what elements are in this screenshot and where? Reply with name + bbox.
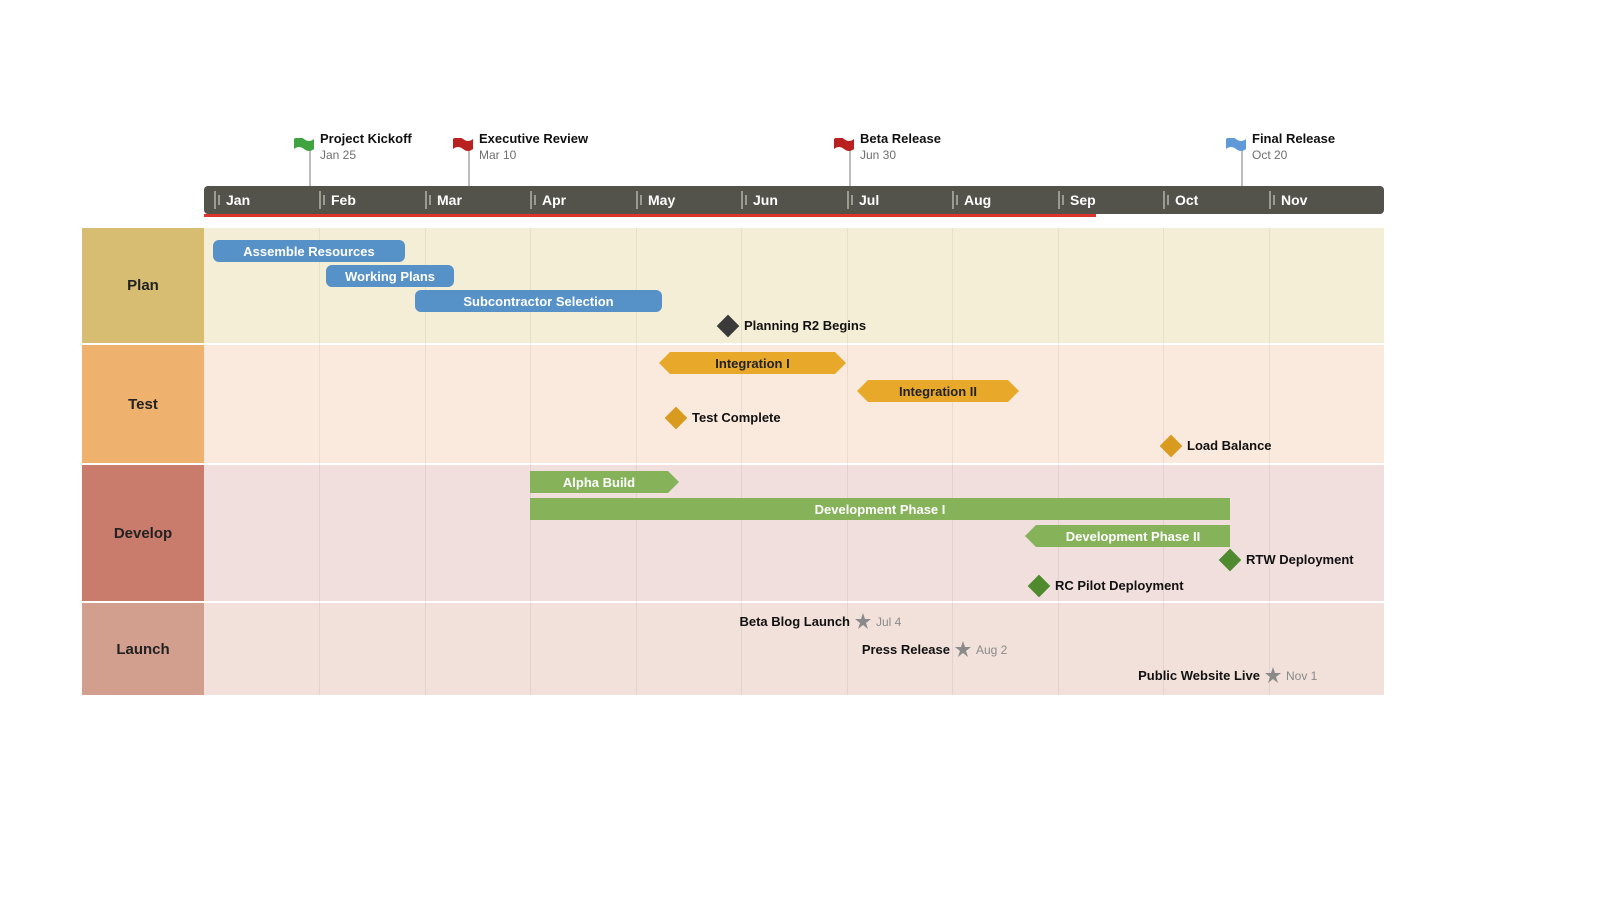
month-tick-jun: Jun [741, 186, 778, 214]
flag-date-kickoff: Jan 25 [320, 148, 356, 162]
month-tick-sep: Sep [1058, 186, 1096, 214]
milestone-label-test-complete: Test Complete [692, 410, 781, 425]
star-icon[interactable] [1264, 666, 1282, 684]
month-label: May [648, 192, 675, 208]
task-dev-phase-1[interactable]: Development Phase I [530, 498, 1230, 520]
month-tick-may: May [636, 186, 675, 214]
lane-label-test: Test [82, 345, 204, 463]
lane-separator [82, 601, 1384, 603]
flag-title-beta: Beta Release [860, 131, 941, 146]
task-working-plans[interactable]: Working Plans [326, 265, 454, 287]
launch-label-website: Public Website Live [1050, 668, 1260, 683]
star-icon[interactable] [954, 640, 972, 658]
month-tick-mar: Mar [425, 186, 462, 214]
month-tick-nov: Nov [1269, 186, 1307, 214]
task-label: Working Plans [345, 269, 435, 284]
milestone-label-rc-pilot: RC Pilot Deployment [1055, 578, 1184, 593]
month-tick-jan: Jan [214, 186, 250, 214]
lane-title: Launch [116, 641, 169, 658]
launch-date-press: Aug 2 [976, 643, 1007, 657]
lane-label-launch: Launch [82, 603, 204, 695]
month-tick-jul: Jul [847, 186, 879, 214]
month-label: Oct [1175, 192, 1198, 208]
task-subcontractor-selection[interactable]: Subcontractor Selection [415, 290, 662, 312]
gridline [952, 228, 953, 695]
lane-title: Plan [127, 277, 159, 294]
task-label: Assemble Resources [243, 244, 375, 259]
month-tick-aug: Aug [952, 186, 991, 214]
month-tick-apr: Apr [530, 186, 566, 214]
month-label: Feb [331, 192, 356, 208]
launch-date-beta-blog: Jul 4 [876, 615, 901, 629]
flag-date-beta: Jun 30 [860, 148, 896, 162]
month-label: Jan [226, 192, 250, 208]
lane-label-develop: Develop [82, 465, 204, 601]
task-integration-1[interactable]: Integration I [670, 352, 835, 374]
flag-icon [833, 138, 855, 154]
gridline [1269, 228, 1270, 695]
gantt-stage: Project Kickoff Jan 25 Executive Review … [0, 0, 1600, 900]
lane-separator [82, 463, 1384, 465]
critical-underline [204, 214, 1096, 217]
month-tick-oct: Oct [1163, 186, 1198, 214]
task-label: Development Phase II [1066, 529, 1200, 544]
month-label: Jul [859, 192, 879, 208]
launch-date-website: Nov 1 [1286, 669, 1317, 683]
timeline-bar: Jan Feb Mar Apr May Jun Jul Aug Sep Oct … [204, 186, 1384, 214]
month-label: Apr [542, 192, 566, 208]
flag-title-kickoff: Project Kickoff [320, 131, 412, 146]
task-label: Alpha Build [563, 475, 635, 490]
month-label: Nov [1281, 192, 1307, 208]
month-label: Mar [437, 192, 462, 208]
flag-title-final: Final Release [1252, 131, 1335, 146]
milestone-label-planning-r2: Planning R2 Begins [744, 318, 866, 333]
launch-label-press: Press Release [740, 642, 950, 657]
gridline [319, 228, 320, 695]
month-label: Sep [1070, 192, 1096, 208]
flag-title-exec: Executive Review [479, 131, 588, 146]
gridline [1163, 228, 1164, 695]
gridline [1058, 228, 1059, 695]
lane-title: Develop [114, 525, 172, 542]
task-label: Development Phase I [815, 502, 946, 517]
flag-icon [293, 138, 315, 154]
milestone-label-rtw-deployment: RTW Deployment [1246, 552, 1354, 567]
task-label: Subcontractor Selection [463, 294, 613, 309]
lane-title: Test [128, 396, 158, 413]
month-tick-feb: Feb [319, 186, 356, 214]
lane-separator [82, 343, 1384, 345]
task-dev-phase-2[interactable]: Development Phase II [1036, 525, 1230, 547]
flag-date-exec: Mar 10 [479, 148, 516, 162]
launch-label-beta-blog: Beta Blog Launch [640, 614, 850, 629]
task-label: Integration I [715, 356, 789, 371]
task-alpha-build[interactable]: Alpha Build [530, 471, 668, 493]
lane-label-plan: Plan [82, 228, 204, 343]
milestone-label-load-balance: Load Balance [1187, 438, 1272, 453]
month-label: Aug [964, 192, 991, 208]
task-assemble-resources[interactable]: Assemble Resources [213, 240, 405, 262]
month-label: Jun [753, 192, 778, 208]
task-label: Integration II [899, 384, 977, 399]
flag-icon [452, 138, 474, 154]
task-integration-2[interactable]: Integration II [868, 380, 1008, 402]
flag-date-final: Oct 20 [1252, 148, 1287, 162]
star-icon[interactable] [854, 612, 872, 630]
flag-icon [1225, 138, 1247, 154]
